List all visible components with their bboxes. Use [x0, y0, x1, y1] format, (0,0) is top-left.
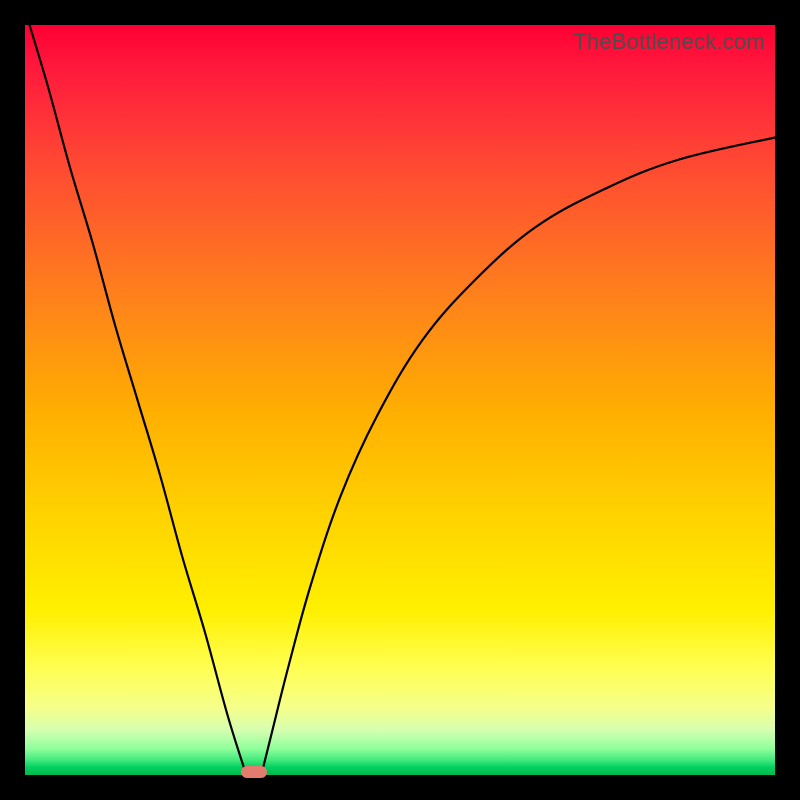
- optimal-point-marker: [241, 766, 267, 778]
- plot-area: TheBottleneck.com: [25, 25, 775, 775]
- curve-right-branch: [261, 138, 775, 776]
- bottleneck-curve: [25, 25, 775, 775]
- curve-left-branch: [25, 10, 246, 775]
- chart-frame: TheBottleneck.com: [0, 0, 800, 800]
